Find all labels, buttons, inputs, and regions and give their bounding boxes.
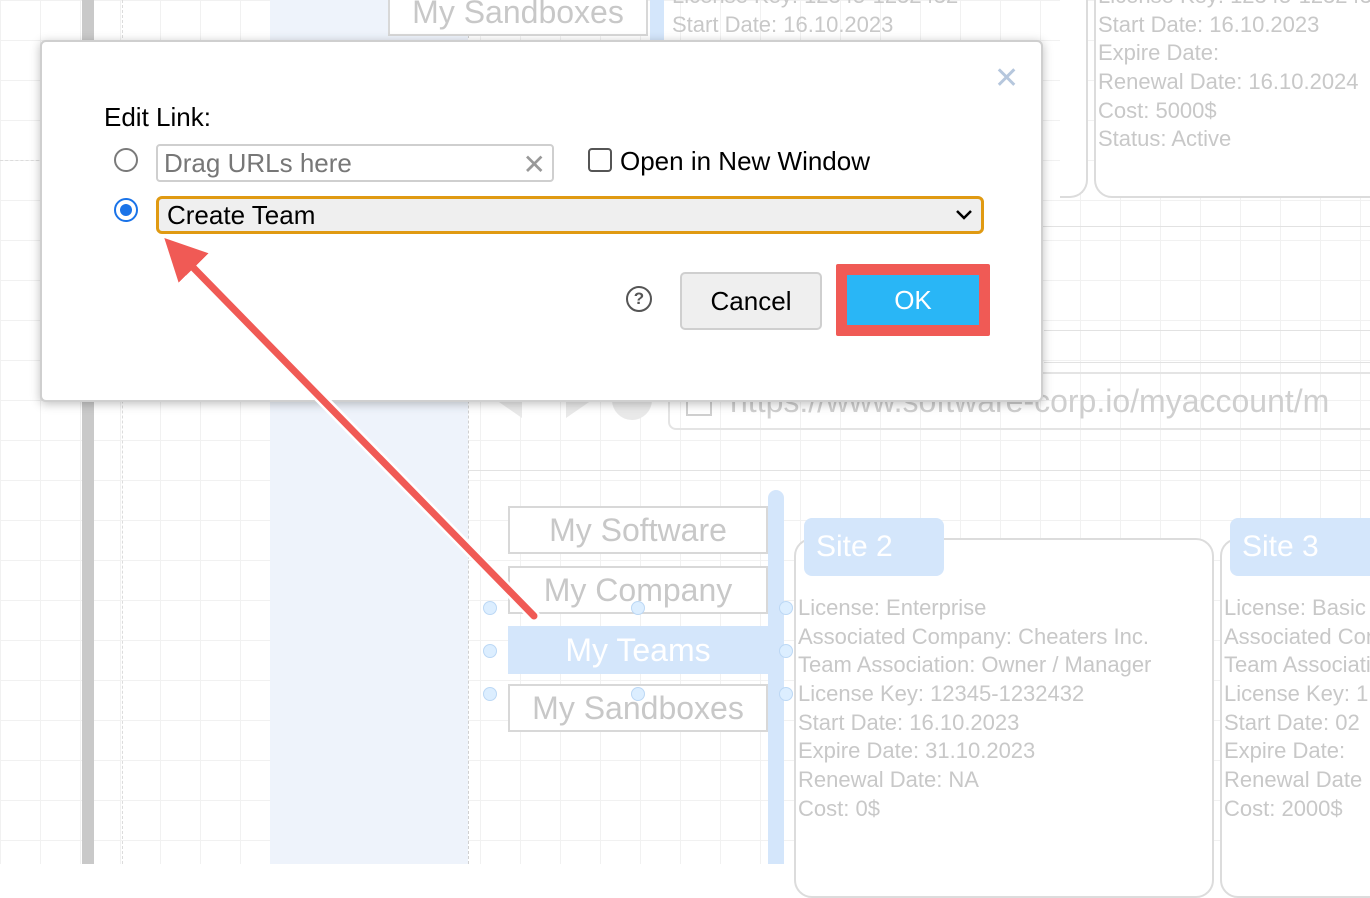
- selection-handle[interactable]: [779, 601, 793, 615]
- url-option-radio[interactable]: [114, 148, 138, 172]
- top-site-card-details: License Key: 12345-1232432 Start Date: 1…: [1098, 0, 1370, 152]
- divider: [1044, 362, 1370, 363]
- open-new-window-checkbox[interactable]: [588, 148, 612, 172]
- selection-handle[interactable]: [483, 601, 497, 615]
- nav-accent-strip: [650, 0, 664, 40]
- nav-accent-strip: [768, 490, 784, 864]
- selection-handle[interactable]: [631, 687, 645, 701]
- edit-link-dialog: ✕ Edit Link: Drag URLs here ✕ Open in Ne…: [40, 40, 1043, 402]
- nav-item-my-teams[interactable]: My Teams: [508, 626, 768, 674]
- cancel-button[interactable]: Cancel: [680, 272, 822, 330]
- close-icon[interactable]: ✕: [994, 64, 1019, 94]
- dialog-title: Edit Link:: [104, 102, 211, 132]
- ok-button[interactable]: OK: [847, 275, 979, 325]
- top-card-edge: [1060, 0, 1088, 198]
- selection-handle[interactable]: [631, 601, 645, 615]
- chevron-down-icon: [955, 201, 973, 227]
- page-select[interactable]: Create Team: [156, 196, 984, 234]
- url-input-placeholder: Drag URLs here: [164, 147, 352, 178]
- top-card-details: License Key: 12345-1232432 Start Date: 1…: [672, 0, 958, 37]
- nav-item-my-sandboxes-top[interactable]: My Sandboxes: [388, 0, 648, 36]
- open-new-window-label[interactable]: Open in New Window: [620, 146, 870, 177]
- help-icon[interactable]: ?: [626, 286, 652, 312]
- divider: [468, 470, 1370, 471]
- selection-handle[interactable]: [779, 687, 793, 701]
- clear-icon[interactable]: ✕: [523, 148, 546, 181]
- site-card-title: Site 3: [1230, 518, 1370, 576]
- page-select-value: Create Team: [167, 199, 316, 230]
- page-option-radio[interactable]: [114, 198, 138, 222]
- divider: [1044, 330, 1370, 331]
- site-card-details: License: Enterprise Associated Company: …: [798, 595, 1152, 821]
- selection-handle[interactable]: [779, 644, 793, 658]
- url-input[interactable]: Drag URLs here ✕: [156, 144, 554, 182]
- site-card-title: Site 2: [804, 518, 944, 576]
- nav-item-my-software[interactable]: My Software: [508, 506, 768, 554]
- site-card-details: License: Basic Associated Company Team A…: [1224, 595, 1370, 821]
- selection-handle[interactable]: [483, 644, 497, 658]
- selection-handle[interactable]: [483, 687, 497, 701]
